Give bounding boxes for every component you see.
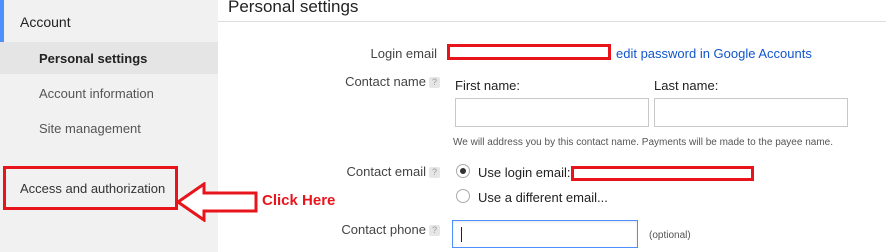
help-icon[interactable]: ? [429,77,440,88]
sidebar-item-personal-settings[interactable]: Personal settings [0,42,218,74]
first-name-label: First name: [455,78,521,93]
help-icon[interactable]: ? [429,167,440,178]
last-name-input[interactable] [655,99,847,126]
redacted-login-email [571,166,754,181]
sidebar-section-label: Account [20,14,71,30]
page-header: Personal settings [218,0,886,22]
contact-name-label-text: Contact name [345,74,426,89]
help-icon[interactable]: ? [429,225,440,236]
login-email-label: Login email [370,46,438,61]
page-title: Personal settings [228,0,359,16]
sidebar-item-label: Site management [39,121,141,136]
sidebar-item-label: Personal settings [39,51,148,66]
contact-phone-label: Contact phone? [300,222,440,237]
contact-name-hint: We will address you by this contact name… [453,137,834,148]
first-name-field[interactable] [455,98,649,127]
contact-email-label: Contact email? [300,164,440,179]
first-name-input[interactable] [456,99,648,126]
last-name-label: Last name: [654,78,719,93]
sidebar-section-account[interactable]: Account [0,0,218,42]
use-login-email-label[interactable]: Use login email: [478,165,571,180]
contact-name-label: Contact name? [300,74,440,89]
redacted-login-email [447,44,611,60]
sidebar-item-account-information[interactable]: Account information [0,77,218,109]
text-cursor [461,227,462,242]
left-arrow-icon [176,182,258,222]
last-name-field[interactable] [654,98,848,127]
optional-label: (optional) [649,230,691,241]
active-indicator [0,0,4,42]
sidebar-item-access-and-authorization[interactable]: Access and authorization [3,166,178,210]
sidebar-item-label: Account information [39,86,154,101]
use-different-email-label[interactable]: Use a different email... [478,190,608,205]
sidebar-item-site-management[interactable]: Site management [0,112,218,144]
contact-phone-field[interactable] [452,220,638,248]
use-login-email-radio[interactable] [456,164,470,178]
contact-phone-input[interactable] [453,221,637,247]
contact-email-label-text: Contact email [346,164,426,179]
click-here-annotation: Click Here [262,192,336,209]
sidebar-item-label: Access and authorization [20,181,166,196]
contact-phone-label-text: Contact phone [341,222,426,237]
use-different-email-radio[interactable] [456,189,470,203]
edit-password-link[interactable]: edit password in Google Accounts [616,46,812,61]
